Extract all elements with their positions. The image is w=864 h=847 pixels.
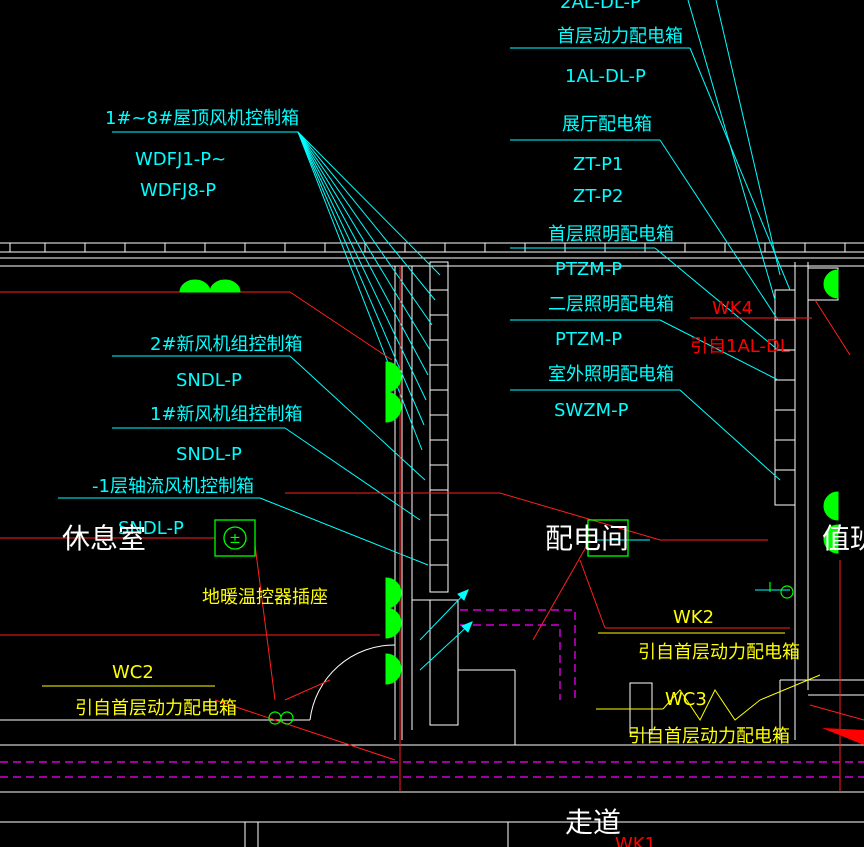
label-wc2: WC2 bbox=[112, 662, 154, 683]
distribution-box-icon bbox=[823, 491, 839, 521]
label-wc3-src: 引自首层动力配电箱 bbox=[628, 726, 790, 747]
label-fan2-box: 2#新风机组控制箱 bbox=[150, 334, 303, 355]
label-wk2-src: 引自首层动力配电箱 bbox=[638, 642, 800, 663]
label-wc3: WC3 bbox=[665, 689, 707, 710]
label-ptzm-p2: PTZM-P bbox=[555, 329, 622, 350]
label-swzm-p: SWZM-P bbox=[554, 400, 629, 421]
cad-drawing-canvas: ± 2AL-DL-P 首层动力配电箱 1AL-DL-P 展厅配电箱 ZT-P1 … bbox=[0, 0, 864, 847]
label-wc2-src: 引自首层动力配电箱 bbox=[75, 698, 237, 719]
label-zt-p2: ZT-P2 bbox=[573, 186, 623, 207]
leader-lines bbox=[58, 0, 791, 591]
distribution-box-icon bbox=[385, 577, 402, 609]
label-first-light-box: 首层照明配电箱 bbox=[548, 224, 674, 245]
label-sndl-p1: SNDL-P bbox=[176, 370, 242, 391]
label-first-power-box: 首层动力配电箱 bbox=[557, 26, 683, 47]
label-roof-fan-box: 1#~8#屋顶风机控制箱 bbox=[105, 108, 299, 129]
wall-fan-icon bbox=[179, 279, 211, 293]
distribution-box-icon bbox=[385, 653, 402, 685]
distribution-box-icon bbox=[385, 391, 402, 423]
label-wk2: WK2 bbox=[673, 607, 714, 628]
room-rest-room: 休息室 bbox=[62, 522, 146, 555]
label-hall-box: 展厅配电箱 bbox=[562, 114, 652, 135]
label-zt-p1: ZT-P1 bbox=[573, 154, 623, 175]
label-al-dl-p: 1AL-DL-P bbox=[565, 66, 646, 87]
red-arrow-marker bbox=[822, 728, 864, 745]
label-axial-fan-box: -1层轴流风机控制箱 bbox=[92, 476, 254, 497]
room-power-room: 配电间 bbox=[545, 522, 629, 555]
label-sndl-p2: SNDL-P bbox=[176, 444, 242, 465]
label-wk1: WK1 bbox=[615, 834, 656, 847]
label-wk4-src: 引自1AL-DL bbox=[690, 336, 790, 357]
room-corridor: 走道 bbox=[565, 806, 621, 839]
room-duty-room: 值班 bbox=[822, 522, 864, 555]
label-wdfj1: WDFJ1-P~ bbox=[135, 149, 226, 170]
label-outdoor-light-box: 室外照明配电箱 bbox=[548, 364, 674, 385]
direction-arrows bbox=[419, 589, 473, 671]
distribution-box-icon bbox=[385, 607, 402, 639]
floor-plan-svg: ± 2AL-DL-P 首层动力配电箱 1AL-DL-P 展厅配电箱 ZT-P1 … bbox=[0, 0, 864, 847]
svg-text:±: ± bbox=[229, 531, 241, 547]
distribution-box-icon bbox=[823, 269, 839, 299]
label-fan1-box: 1#新风机组控制箱 bbox=[150, 404, 303, 425]
label-wk4: WK4 bbox=[712, 298, 753, 319]
label-top-cut: 2AL-DL-P bbox=[560, 0, 641, 13]
label-second-light-box: 二层照明配电箱 bbox=[548, 294, 674, 315]
label-floor-heat-socket: 地暖温控器插座 bbox=[202, 587, 328, 608]
label-ptzm-p1: PTZM-P bbox=[555, 259, 622, 280]
wall-fan-icon bbox=[209, 279, 241, 293]
label-wdfj8: WDFJ8-P bbox=[140, 180, 216, 201]
